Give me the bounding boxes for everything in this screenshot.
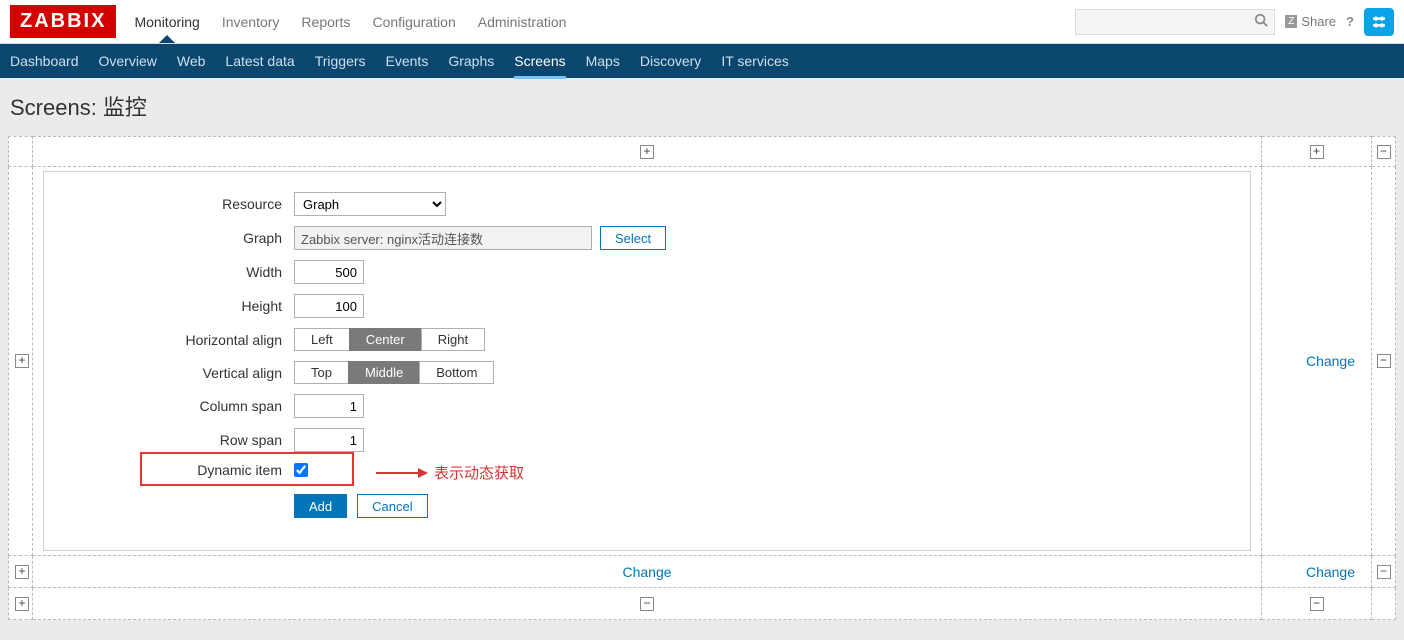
label-width: Width	[54, 264, 294, 280]
graph-field: Zabbix server: nginx活动连接数	[294, 226, 592, 250]
label-colspan: Column span	[54, 398, 294, 414]
valign-option-middle[interactable]: Middle	[348, 361, 420, 384]
width-input[interactable]	[294, 260, 364, 284]
share-label: Share	[1301, 14, 1336, 29]
halign-option-left[interactable]: Left	[294, 328, 350, 351]
height-input[interactable]	[294, 294, 364, 318]
cancel-button[interactable]: Cancel	[357, 494, 427, 518]
topnav-item-configuration[interactable]: Configuration	[372, 2, 455, 42]
annotation-text: 表示动态获取	[434, 462, 524, 483]
remove-cell-icon[interactable]	[640, 597, 654, 611]
topnav-item-administration[interactable]: Administration	[478, 2, 567, 42]
subnav-item-maps[interactable]: Maps	[586, 45, 620, 77]
subnav-item-triggers[interactable]: Triggers	[315, 45, 366, 77]
valign-option-top[interactable]: Top	[294, 361, 349, 384]
add-row-icon[interactable]	[15, 597, 29, 611]
remove-row-icon[interactable]	[1377, 354, 1391, 368]
add-row-icon[interactable]	[15, 565, 29, 579]
logo[interactable]: ZABBIX	[10, 5, 116, 38]
annotation-arrow: 表示动态获取	[374, 462, 524, 483]
label-graph: Graph	[54, 230, 294, 246]
subnav-item-latest-data[interactable]: Latest data	[225, 45, 294, 77]
select-graph-button[interactable]: Select	[600, 226, 666, 250]
halign-option-center[interactable]: Center	[349, 328, 422, 351]
label-height: Height	[54, 298, 294, 314]
subnav-item-screens[interactable]: Screens	[514, 45, 565, 77]
subnav-item-it-services[interactable]: IT services	[721, 45, 788, 77]
global-search[interactable]	[1075, 9, 1275, 35]
halign-option-right[interactable]: Right	[421, 328, 485, 351]
resource-select[interactable]: Graph	[294, 192, 446, 216]
label-valign: Vertical align	[54, 365, 294, 381]
change-link[interactable]: Change	[1306, 353, 1355, 369]
remove-cell-icon[interactable]	[1310, 597, 1324, 611]
remove-column-icon[interactable]	[1377, 145, 1391, 159]
label-dynamic: Dynamic item	[54, 462, 294, 478]
add-column-icon[interactable]	[1310, 145, 1324, 159]
label-halign: Horizontal align	[54, 332, 294, 348]
screen-cell-form: Resource Graph Graph Zabbix server: ngin…	[43, 171, 1251, 551]
subnav-item-events[interactable]: Events	[386, 45, 429, 77]
top-nav: Monitoring Inventory Reports Configuration A…	[134, 2, 1075, 42]
sub-nav: Dashboard Overview Web Latest data Triggers E…	[0, 44, 1404, 78]
add-row-icon[interactable]	[15, 354, 29, 368]
subnav-item-web[interactable]: Web	[177, 45, 206, 77]
share-button[interactable]: Z Share	[1285, 14, 1336, 29]
remove-row-icon[interactable]	[1377, 565, 1391, 579]
colspan-input[interactable]	[294, 394, 364, 418]
valign-option-bottom[interactable]: Bottom	[419, 361, 494, 384]
search-icon[interactable]	[1254, 13, 1268, 30]
add-button[interactable]: Add	[294, 494, 347, 518]
valign-segment[interactable]: TopMiddleBottom	[294, 361, 494, 384]
page-title: Screens: 监控	[0, 78, 1404, 136]
screen-grid: Resource Graph Graph Zabbix server: ngin…	[8, 136, 1396, 620]
topnav-item-reports[interactable]: Reports	[301, 2, 350, 42]
subnav-item-dashboard[interactable]: Dashboard	[10, 45, 79, 77]
share-z-icon: Z	[1285, 15, 1297, 28]
change-link[interactable]: Change	[1306, 564, 1355, 580]
apps-button[interactable]	[1364, 8, 1394, 36]
change-link[interactable]: Change	[622, 564, 671, 580]
label-rowspan: Row span	[54, 432, 294, 448]
help-icon[interactable]: ?	[1346, 14, 1354, 29]
halign-segment[interactable]: LeftCenterRight	[294, 328, 485, 351]
label-resource: Resource	[54, 196, 294, 212]
rowspan-input[interactable]	[294, 428, 364, 452]
add-column-icon[interactable]	[640, 145, 654, 159]
topnav-item-monitoring[interactable]: Monitoring	[134, 2, 199, 42]
subnav-item-graphs[interactable]: Graphs	[448, 45, 494, 77]
subnav-item-overview[interactable]: Overview	[99, 45, 157, 77]
subnav-item-discovery[interactable]: Discovery	[640, 45, 701, 77]
dynamic-item-checkbox[interactable]	[294, 463, 308, 477]
topnav-item-inventory[interactable]: Inventory	[222, 2, 280, 42]
search-input[interactable]	[1082, 15, 1254, 29]
